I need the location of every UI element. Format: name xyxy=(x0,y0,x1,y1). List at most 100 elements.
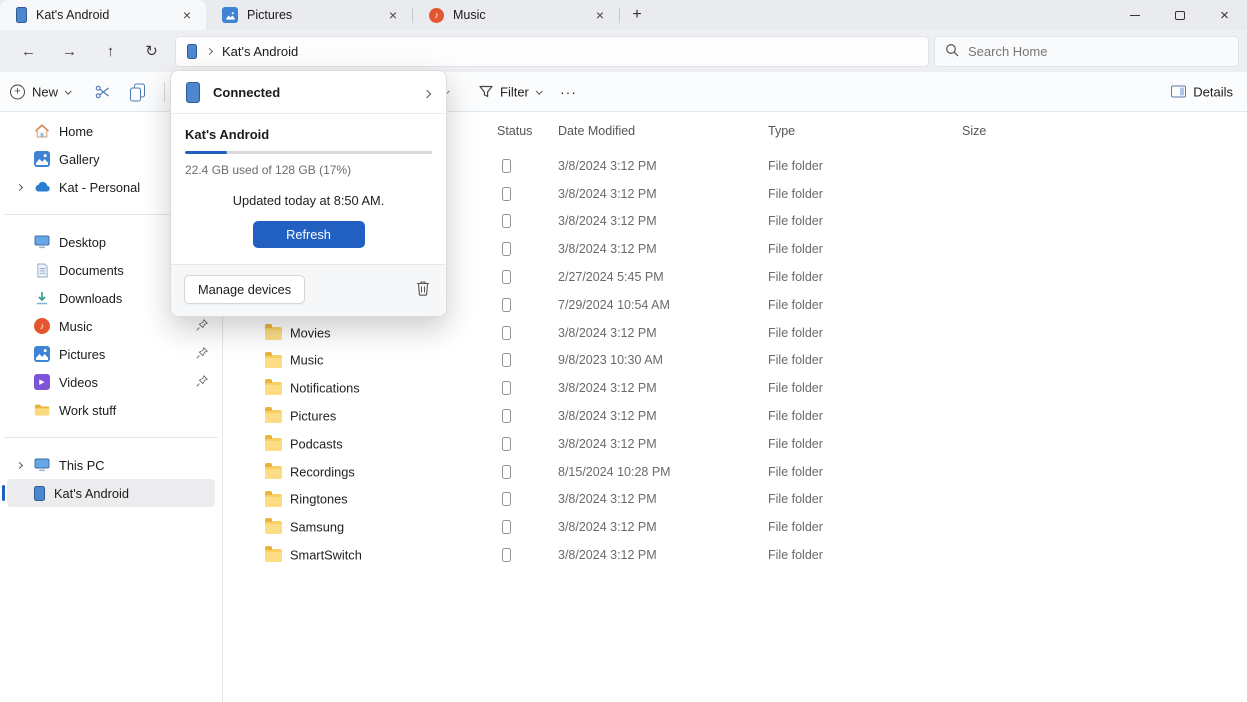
sidebar-item-label: Gallery xyxy=(59,151,100,167)
sidebar-item-kats-android[interactable]: Kat's Android xyxy=(2,479,215,507)
breadcrumb-device[interactable]: Kat's Android xyxy=(222,44,298,59)
date-modified: 3/8/2024 3:12 PM xyxy=(558,242,657,257)
refresh-button[interactable]: ↻ xyxy=(131,35,172,67)
table-row[interactable]: Music 9/8/2023 10:30 AM File folder xyxy=(223,347,1247,375)
last-updated-text: Updated today at 8:50 AM. xyxy=(232,193,385,208)
cut-button[interactable] xyxy=(95,84,111,100)
chevron-right-icon xyxy=(15,183,23,191)
videos-icon: ▶ xyxy=(34,374,50,390)
pin-icon xyxy=(195,318,209,335)
tab-kats-android[interactable]: Kat's Android × xyxy=(0,0,206,30)
filter-button-label: Filter xyxy=(500,84,529,99)
search-input[interactable] xyxy=(968,43,1228,59)
date-modified: 3/8/2024 3:12 PM xyxy=(558,436,657,451)
date-modified: 3/8/2024 3:12 PM xyxy=(558,520,657,535)
search-box[interactable] xyxy=(934,35,1239,67)
details-button[interactable]: Details xyxy=(1171,84,1233,99)
column-header-size[interactable]: Size xyxy=(962,118,986,144)
table-row[interactable]: SmartSwitch 3/8/2024 3:12 PM File folder xyxy=(223,541,1247,569)
close-tab-icon[interactable]: × xyxy=(178,6,196,24)
chevron-right-icon[interactable] xyxy=(205,47,214,55)
plus-circle-icon: + xyxy=(10,84,25,99)
sidebar-item-this-pc[interactable]: This PC xyxy=(7,451,215,479)
device-status-header[interactable]: Connected xyxy=(171,71,446,113)
file-name: Samsung xyxy=(290,519,345,535)
date-modified: 3/8/2024 3:12 PM xyxy=(558,409,657,424)
forward-button[interactable]: → xyxy=(49,35,90,67)
phone-status-icon xyxy=(502,464,511,479)
date-modified: 8/15/2024 10:28 PM xyxy=(558,464,671,479)
table-row[interactable]: Notifications 3/8/2024 3:12 PM File folder xyxy=(223,374,1247,402)
trash-icon[interactable] xyxy=(416,280,430,299)
maximize-button[interactable] xyxy=(1157,0,1202,30)
filter-button[interactable]: Filter xyxy=(479,84,543,99)
music-icon: ♪ xyxy=(429,7,444,23)
onedrive-cloud-icon xyxy=(34,179,50,195)
refresh-device-button[interactable]: Refresh xyxy=(252,221,365,248)
manage-devices-button[interactable]: Manage devices xyxy=(184,275,306,304)
breadcrumb[interactable]: Kat's Android xyxy=(175,35,929,67)
sidebar-item-label: Downloads xyxy=(59,290,123,306)
file-type: File folder xyxy=(768,520,823,535)
folder-icon xyxy=(265,379,282,396)
sidebar-item-work-stuff[interactable]: Work stuff xyxy=(7,396,215,424)
up-button[interactable]: ↑ xyxy=(90,35,131,67)
file-type: File folder xyxy=(768,297,823,312)
new-tab-button[interactable]: + xyxy=(620,0,654,30)
column-header-type[interactable]: Type xyxy=(768,118,795,144)
file-type: File folder xyxy=(768,186,823,201)
tab-label: Pictures xyxy=(247,8,293,22)
phone-status-icon xyxy=(502,325,511,340)
table-row[interactable]: Movies 3/8/2024 3:12 PM File folder xyxy=(223,319,1247,347)
new-button-label: New xyxy=(32,84,59,99)
date-modified: 3/8/2024 3:12 PM xyxy=(558,381,657,396)
table-row[interactable]: Pictures 3/8/2024 3:12 PM File folder xyxy=(223,402,1247,430)
search-icon xyxy=(945,43,959,60)
file-name: Notifications xyxy=(290,380,360,396)
file-type: File folder xyxy=(768,492,823,507)
sidebar-item-label: Pictures xyxy=(59,346,106,362)
filter-icon xyxy=(479,85,493,97)
date-modified: 3/8/2024 3:12 PM xyxy=(558,214,657,229)
tab-label: Music xyxy=(453,8,486,22)
back-button[interactable]: ← xyxy=(8,35,49,67)
sidebar-item-pictures[interactable]: Pictures xyxy=(7,340,215,368)
tab-music[interactable]: ♪ Music × xyxy=(413,0,619,30)
download-icon xyxy=(34,290,50,306)
close-tab-icon[interactable]: × xyxy=(384,6,402,24)
phone-icon xyxy=(187,43,197,59)
sidebar-item-videos[interactable]: ▶ Videos xyxy=(7,368,215,396)
new-button[interactable]: + New xyxy=(10,84,72,99)
gallery-icon xyxy=(34,151,50,167)
chevron-right-icon[interactable] xyxy=(422,85,432,100)
table-row[interactable]: Samsung 3/8/2024 3:12 PM File folder xyxy=(223,513,1247,541)
phone-status-icon xyxy=(502,186,511,201)
folder-icon xyxy=(265,407,282,424)
file-type: File folder xyxy=(768,464,823,479)
copy-button[interactable] xyxy=(130,83,145,101)
minimize-button[interactable] xyxy=(1112,0,1157,30)
column-header-status[interactable]: Status xyxy=(497,118,532,144)
more-options-button[interactable]: ··· xyxy=(560,84,577,100)
close-window-button[interactable]: × xyxy=(1202,0,1247,30)
sidebar-item-label: Documents xyxy=(59,262,124,278)
file-type: File folder xyxy=(768,353,823,368)
table-row[interactable]: Ringtones 3/8/2024 3:12 PM File folder xyxy=(223,486,1247,514)
phone-status-icon xyxy=(502,409,511,424)
folder-icon xyxy=(34,402,50,418)
file-type: File folder xyxy=(768,214,823,229)
file-type: File folder xyxy=(768,548,823,563)
table-row[interactable]: Podcasts 3/8/2024 3:12 PM File folder xyxy=(223,430,1247,458)
date-modified: 3/8/2024 3:12 PM xyxy=(558,158,657,173)
file-name: Recordings xyxy=(290,464,355,480)
tab-pictures[interactable]: Pictures × xyxy=(206,0,412,30)
phone-status-icon xyxy=(502,353,511,368)
phone-icon xyxy=(34,485,45,501)
column-header-date-modified[interactable]: Date Modified xyxy=(558,118,635,144)
storage-text: 22.4 GB used of 128 GB (17%) xyxy=(185,163,352,177)
table-row[interactable]: Recordings 8/15/2024 10:28 PM File folder xyxy=(223,458,1247,486)
close-tab-icon[interactable]: × xyxy=(591,6,609,24)
phone-status-icon xyxy=(502,214,511,229)
storage-progress-fill xyxy=(185,151,227,154)
file-type: File folder xyxy=(768,436,823,451)
